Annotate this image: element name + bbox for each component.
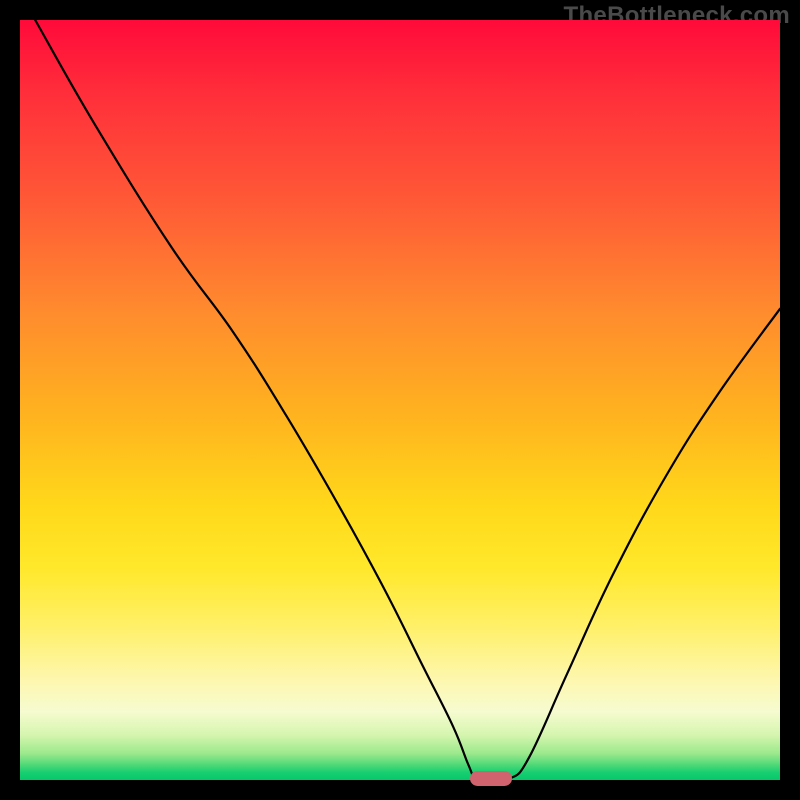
bottleneck-curve xyxy=(20,20,780,780)
plot-area xyxy=(20,20,780,780)
chart-frame: TheBottleneck.com xyxy=(0,0,800,800)
optimal-point-marker xyxy=(470,771,512,786)
